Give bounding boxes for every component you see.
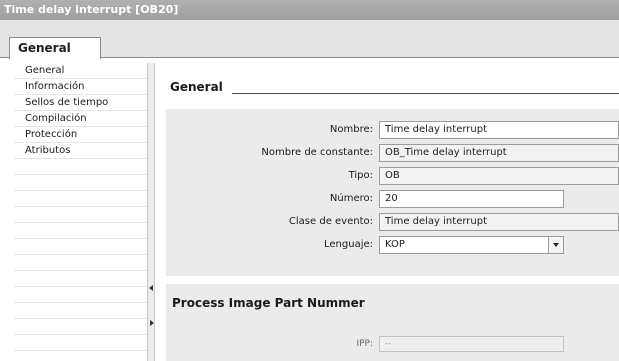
sidebar-item-sellos-de-tiempo[interactable]: Sellos de tiempo [14, 95, 147, 111]
numero-field[interactable]: 20 [379, 190, 564, 208]
row-lenguaje: Lenguaje: KOP [166, 236, 619, 254]
numero-label: Número: [329, 193, 373, 204]
sidebar-item-proteccion[interactable]: Protección [14, 127, 147, 143]
sidebar-item-general[interactable]: General [14, 63, 147, 79]
nombre-label: Nombre: [329, 124, 373, 135]
row-numero: Número: 20 [166, 190, 619, 208]
row-clase: Clase de evento: Time delay interrupt [166, 213, 619, 231]
ipp-field: -- [379, 336, 564, 352]
row-constante: Nombre de constante: OB_Time delay inter… [166, 144, 619, 162]
process-image-section: Process Image Part Nummer IPP: -- [166, 284, 619, 361]
lenguaje-dropdown[interactable]: KOP [379, 236, 564, 254]
lenguaje-label: Lenguaje: [324, 239, 373, 250]
nombre-field[interactable]: Time delay interrupt [379, 121, 619, 139]
clase-label: Clase de evento: [288, 216, 373, 227]
sidebar-nav: General Información Sellos de tiempo Com… [14, 63, 147, 361]
window-title: Time delay interrupt [OB20] [0, 0, 619, 20]
row-nombre: Nombre: Time delay interrupt [166, 121, 619, 139]
chevron-down-icon[interactable] [548, 237, 563, 253]
constante-field: OB_Time delay interrupt [379, 144, 619, 162]
tab-strip: General [0, 20, 619, 59]
row-tipo: Tipo: OB [166, 167, 619, 185]
properties-content: General Nombre: Time delay interrupt Nom… [155, 63, 619, 361]
section-gap [166, 276, 619, 284]
section-title-general: General [170, 80, 223, 94]
sidebar-item-informacion[interactable]: Información [14, 79, 147, 95]
section-divider [232, 93, 619, 94]
tipo-label: Tipo: [348, 170, 373, 181]
ipp-label: IPP: [356, 339, 373, 349]
sidebar-item-atributos[interactable]: Atributos [14, 143, 147, 159]
expand-right-icon[interactable] [150, 320, 154, 326]
lenguaje-value: KOP [385, 239, 405, 250]
general-form: Nombre: Time delay interrupt Nombre de c… [166, 109, 619, 276]
sidebar-item-compilacion[interactable]: Compilación [14, 111, 147, 127]
clase-field: Time delay interrupt [379, 213, 619, 231]
constante-label: Nombre de constante: [261, 147, 373, 158]
tab-general[interactable]: General [9, 37, 101, 59]
collapse-left-icon[interactable] [149, 285, 153, 291]
panel-splitter[interactable] [147, 63, 155, 361]
section-title-process-image: Process Image Part Nummer [172, 296, 365, 310]
tipo-field: OB [379, 167, 619, 185]
